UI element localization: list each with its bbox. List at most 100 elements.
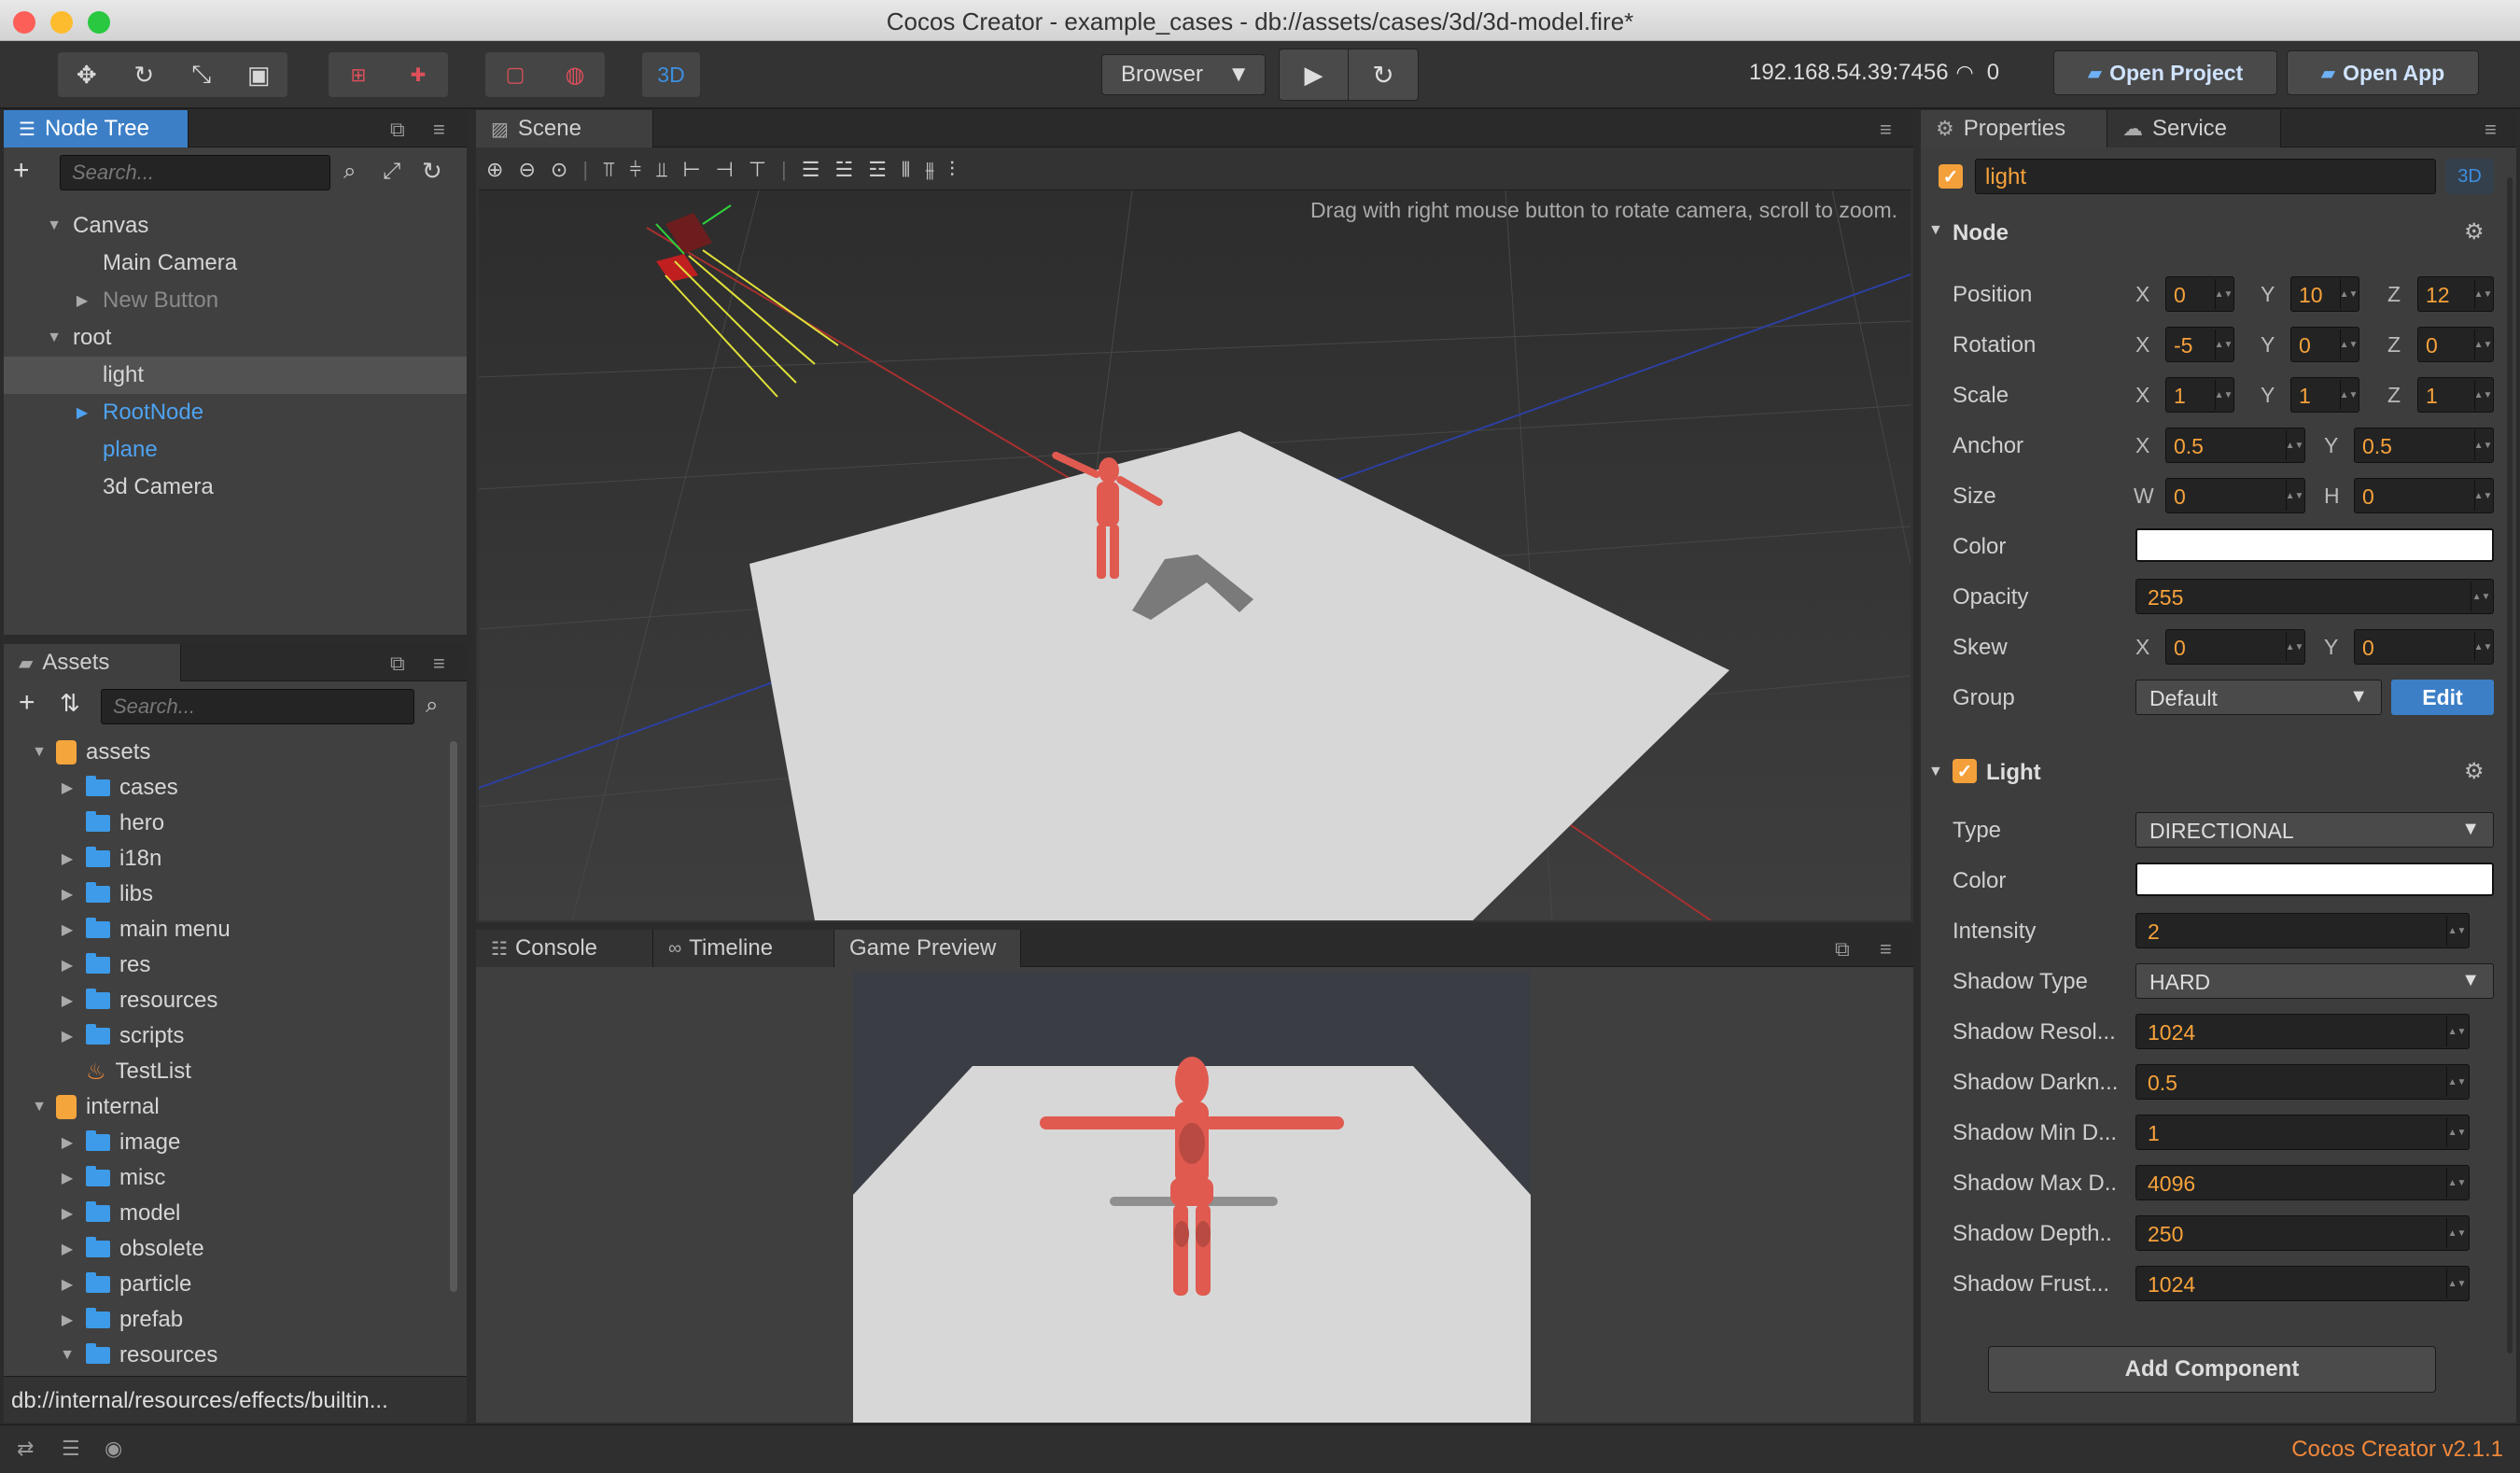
stepper-icon[interactable]: ▲▼	[2340, 330, 2358, 359]
stepper-icon[interactable]: ▲▼	[2474, 279, 2492, 309]
distribute-vcenter-icon[interactable]: ☱	[834, 158, 853, 182]
shadow-resolution-input[interactable]: 1024 ▲▼	[2135, 1014, 2470, 1049]
tree-node-root[interactable]: ▼ root	[4, 319, 467, 357]
stepper-icon[interactable]: ▲▼	[2474, 380, 2492, 410]
scale-tool-icon[interactable]: ⤡	[183, 56, 220, 93]
tab-timeline[interactable]: ∞ Timeline	[653, 930, 834, 967]
stepper-icon[interactable]: ▲▼	[2286, 481, 2303, 511]
tab-scene[interactable]: ▨ Scene	[476, 110, 653, 147]
play-button[interactable]: ▶	[1280, 49, 1349, 100]
popout-icon[interactable]: ⧉	[1835, 937, 1850, 961]
stepper-icon[interactable]: ▲▼	[2446, 1168, 2467, 1198]
group-select[interactable]: Default ▼	[2135, 680, 2382, 715]
rotation-z-input[interactable]: 0 ▲▼	[2417, 327, 2494, 362]
stepper-icon[interactable]: ▲▼	[2340, 380, 2358, 410]
shadow-max-depth-input[interactable]: 4096 ▲▼	[2135, 1165, 2470, 1200]
asset-folder[interactable]: ▶ prefab	[4, 1301, 452, 1339]
tree-node-new-button[interactable]: ▶ New Button	[4, 282, 467, 319]
tab-properties[interactable]: ⚙ Properties	[1921, 110, 2107, 147]
light-enabled-checkbox[interactable]: ✓	[1953, 759, 1977, 783]
global-space-icon[interactable]: ◍	[556, 56, 594, 93]
position-z-input[interactable]: 12 ▲▼	[2417, 276, 2494, 312]
add-node-button[interactable]: +	[13, 155, 30, 187]
size-h-input[interactable]: 0 ▲▼	[2354, 478, 2494, 513]
search-icon[interactable]: ⌕	[343, 159, 356, 185]
shadow-min-depth-input[interactable]: 1 ▲▼	[2135, 1115, 2470, 1150]
shadow-darkness-input[interactable]: 0.5 ▲▼	[2135, 1064, 2470, 1100]
tree-node-light[interactable]: light	[4, 357, 467, 394]
size-w-input[interactable]: 0 ▲▼	[2165, 478, 2305, 513]
skew-x-input[interactable]: 0 ▲▼	[2165, 629, 2305, 665]
asset-db-assets[interactable]: ▼ assets	[4, 734, 452, 771]
open-app-button[interactable]: ▰ Open App	[2287, 50, 2479, 95]
light-color-picker[interactable]	[2135, 863, 2494, 896]
light-settings-icon[interactable]: ⚙	[2464, 758, 2485, 785]
asset-db-internal[interactable]: ▼ internal	[4, 1088, 452, 1126]
move-tool-icon[interactable]: ✥	[68, 56, 105, 93]
light-type-select[interactable]: DIRECTIONAL ▼	[2135, 812, 2494, 848]
asset-scene-file[interactable]: ♨ TestList	[4, 1053, 452, 1090]
stepper-icon[interactable]: ▲▼	[2446, 1117, 2467, 1147]
stepper-icon[interactable]: ▲▼	[2215, 279, 2233, 309]
asset-folder[interactable]: ▶ misc	[4, 1159, 452, 1197]
align-right-icon[interactable]: ⊤	[749, 158, 766, 182]
eye-icon[interactable]: ◉	[105, 1437, 122, 1461]
node-3d-toggle[interactable]: 3D	[2445, 159, 2494, 194]
asset-folder[interactable]: ▶ resources	[4, 982, 452, 1019]
tab-service[interactable]: ☁ Service	[2107, 110, 2281, 147]
menu-icon[interactable]: ≡	[1880, 118, 1892, 142]
stepper-icon[interactable]: ▲▼	[2446, 1218, 2467, 1248]
asset-search-input[interactable]: Search...	[101, 689, 414, 724]
position-y-input[interactable]: 10 ▲▼	[2290, 276, 2359, 312]
stepper-icon[interactable]: ▲▼	[2446, 1067, 2467, 1097]
node-settings-icon[interactable]: ⚙	[2464, 218, 2485, 246]
sync-icon[interactable]: ⇄	[17, 1437, 34, 1461]
add-asset-button[interactable]: +	[19, 687, 35, 719]
scale-z-input[interactable]: 1 ▲▼	[2417, 377, 2494, 413]
scene-viewport[interactable]: Drag with right mouse button to rotate c…	[479, 190, 1911, 920]
asset-folder[interactable]: ▶ i18n	[4, 840, 452, 877]
scale-x-input[interactable]: 1 ▲▼	[2165, 377, 2234, 413]
node-name-input[interactable]: light	[1975, 159, 2436, 194]
skew-y-input[interactable]: 0 ▲▼	[2354, 629, 2494, 665]
shadow-type-select[interactable]: HARD ▼	[2135, 963, 2494, 999]
game-canvas[interactable]	[853, 971, 1531, 1423]
stepper-icon[interactable]: ▲▼	[2286, 632, 2303, 662]
asset-folder[interactable]: ▶ libs	[4, 876, 452, 913]
tree-node-rootnode[interactable]: ▶ RootNode	[4, 394, 467, 431]
shadow-frustum-input[interactable]: 1024 ▲▼	[2135, 1266, 2470, 1301]
tree-node-main-camera[interactable]: Main Camera	[4, 245, 467, 282]
menu-icon[interactable]: ≡	[433, 652, 445, 676]
asset-folder[interactable]: ▶ obsolete	[4, 1230, 452, 1268]
asset-scrollbar[interactable]	[450, 741, 457, 1292]
tree-node-canvas[interactable]: ▼ Canvas	[4, 207, 467, 245]
popout-icon[interactable]: ⧉	[390, 652, 405, 676]
refresh-icon[interactable]: ↻	[422, 157, 442, 186]
collapse-light-icon[interactable]: ▼	[1928, 764, 1943, 780]
align-bottom-icon[interactable]: ⫫	[656, 158, 667, 182]
refresh-button[interactable]: ↻	[1349, 49, 1418, 100]
stepper-icon[interactable]: ▲▼	[2446, 916, 2467, 946]
align-hcenter-icon[interactable]: ⊣	[716, 158, 734, 182]
menu-icon[interactable]: ≡	[1880, 937, 1892, 961]
rect-tool-icon[interactable]: ▣	[240, 56, 277, 93]
node-search-input[interactable]: Search...	[60, 155, 330, 190]
asset-folder[interactable]: ▶ particle	[4, 1266, 452, 1303]
tree-node-3d-camera[interactable]: 3d Camera	[4, 469, 467, 506]
sort-icon[interactable]: ⇅	[60, 689, 80, 718]
zoom-out-icon[interactable]: ⊖	[518, 158, 535, 182]
stepper-icon[interactable]: ▲▼	[2474, 632, 2492, 662]
rotation-y-input[interactable]: 0 ▲▼	[2290, 327, 2359, 362]
stepper-icon[interactable]: ▲▼	[2446, 1017, 2467, 1046]
tree-node-plane[interactable]: plane	[4, 431, 467, 469]
asset-folder[interactable]: ▼ resources	[4, 1337, 452, 1368]
stepper-icon[interactable]: ▲▼	[2474, 330, 2492, 359]
edit-group-button[interactable]: Edit	[2391, 680, 2494, 715]
expand-icon[interactable]: ⤢	[383, 159, 400, 185]
distribute-left-icon[interactable]: ⫴	[902, 158, 910, 182]
asset-folder[interactable]: ▶ cases	[4, 769, 452, 807]
stepper-icon[interactable]: ▲▼	[2474, 481, 2492, 511]
scale-y-input[interactable]: 1 ▲▼	[2290, 377, 2359, 413]
node-active-checkbox[interactable]: ✓	[1939, 164, 1963, 189]
asset-folder[interactable]: ▶ res	[4, 947, 452, 984]
